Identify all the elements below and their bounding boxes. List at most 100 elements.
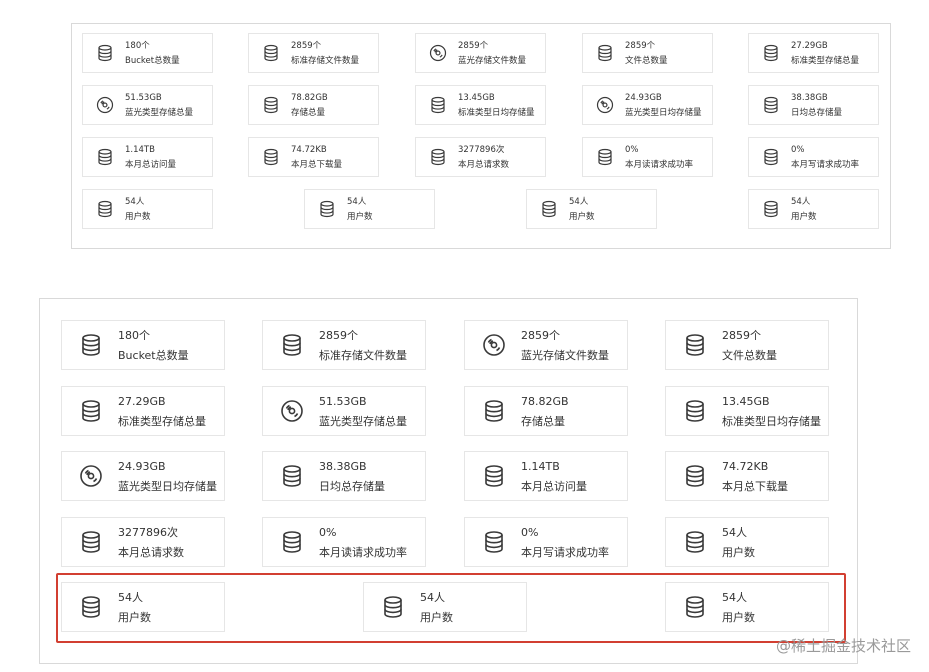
stat-text-group: 78.82GB 存储总量 xyxy=(291,92,328,119)
stat-value: 51.53GB xyxy=(125,92,162,103)
stat-text-group: 51.53GB 蓝光类型存储总量 xyxy=(319,394,407,429)
stat-value: 54人 xyxy=(722,525,747,539)
stat-text-group: 74.72KB 本月总下载量 xyxy=(291,144,342,171)
stat-label: 本月写请求成功率 xyxy=(791,159,860,170)
stat-text-group: 2859个文件总数量 xyxy=(722,328,777,363)
stat-value: 3277896次 xyxy=(118,525,178,539)
stat-value: 2859个 xyxy=(521,328,560,342)
stat-text-group: 1.14TB 本月总访问量 xyxy=(521,459,587,494)
stat-value: 13.45GB xyxy=(722,394,770,408)
database-icon xyxy=(682,529,708,555)
stat-text-group: 51.53GB 蓝光类型存储总量 xyxy=(125,92,193,119)
database-icon xyxy=(261,43,281,63)
database-icon xyxy=(761,199,781,219)
database-icon xyxy=(317,199,337,219)
stat-text-group: 24.93GB 蓝光类型日均存储量 xyxy=(625,92,702,119)
stat-value: 51.53GB xyxy=(319,394,367,408)
database-icon xyxy=(481,529,507,555)
stat-value: 54人 xyxy=(569,196,589,207)
stat-label: 蓝光类型日均存储量 xyxy=(625,107,702,118)
disc-icon xyxy=(595,95,615,115)
database-icon xyxy=(279,463,305,489)
stat-value: 0% xyxy=(625,144,639,155)
stat-card: 78.82GB 存储总量 xyxy=(248,85,379,125)
stat-card: 74.72KB 本月总下载量 xyxy=(665,451,829,501)
stat-card: 1.14TB 本月总访问量 xyxy=(464,451,628,501)
stat-label: 蓝光存储文件数量 xyxy=(458,55,527,66)
stat-card: 24.93GB 蓝光类型日均存储量 xyxy=(61,451,225,501)
stat-label: 本月总请求数 xyxy=(458,159,510,170)
stat-value: 1.14TB xyxy=(125,144,155,155)
stat-text-group: 0% 本月读请求成功率 xyxy=(319,525,407,560)
stat-value: 2859个 xyxy=(722,328,761,342)
stat-card: 2859个文件总数量 xyxy=(665,320,829,370)
database-icon xyxy=(595,147,615,167)
database-icon xyxy=(595,43,615,63)
database-icon xyxy=(95,43,115,63)
stat-card: 38.38GB 日均总存储量 xyxy=(262,451,426,501)
stat-text-group: 2859个 标准存储文件数量 xyxy=(291,40,359,67)
stat-text-group: 24.93GB 蓝光类型日均存储量 xyxy=(118,459,217,494)
stat-value: 24.93GB xyxy=(625,92,662,103)
stat-value: 74.72KB xyxy=(722,459,769,473)
stat-text-group: 2859个 蓝光存储文件数量 xyxy=(458,40,526,67)
stat-value: 3277896次 xyxy=(458,144,505,155)
database-icon xyxy=(428,95,448,115)
database-icon xyxy=(481,398,507,424)
stat-text-group: 2859个 文件总数量 xyxy=(625,40,668,67)
stat-value: 74.72KB xyxy=(291,144,327,155)
stat-card: 0% 本月写请求成功率 xyxy=(464,517,628,567)
stat-label: 蓝光类型存储总量 xyxy=(319,414,407,428)
stat-card: 78.82GB 存储总量 xyxy=(464,386,628,436)
stat-card: 38.38GB 日均总存储量 xyxy=(748,85,879,125)
disc-icon xyxy=(428,43,448,63)
database-icon xyxy=(682,332,708,358)
stat-text-group: 3277896次 本月总请求数 xyxy=(118,525,184,560)
disc-icon xyxy=(95,95,115,115)
stat-card: 54人 用户数 xyxy=(665,517,829,567)
stat-label: 存储总量 xyxy=(521,414,565,428)
stat-text-group: 2859个 蓝光存储文件数量 xyxy=(521,328,609,363)
stat-card: 1.14TB 本月总访问量 xyxy=(82,137,213,177)
stat-label: 标准存储文件数量 xyxy=(319,348,407,362)
stat-value: 54人 xyxy=(791,196,811,207)
database-icon xyxy=(428,147,448,167)
stat-label: 本月读请求成功率 xyxy=(319,545,407,559)
stat-label: 存储总量 xyxy=(291,107,326,118)
stat-text-group: 0% 本月读请求成功率 xyxy=(625,144,693,171)
watermark: @稀土掘金技术社区 xyxy=(775,637,911,655)
stat-label: 本月总请求数 xyxy=(118,545,184,559)
stat-value: 27.29GB xyxy=(791,40,828,51)
stat-label: 本月总下载量 xyxy=(722,479,788,493)
disc-icon xyxy=(279,398,305,424)
stat-label: 日均总存储量 xyxy=(791,107,843,118)
database-icon xyxy=(761,43,781,63)
stat-label: 本月写请求成功率 xyxy=(521,545,609,559)
stat-value: 78.82GB xyxy=(521,394,569,408)
stat-label: Bucket总数量 xyxy=(125,55,180,66)
stat-card: 51.53GB 蓝光类型存储总量 xyxy=(82,85,213,125)
stat-text-group: 3277896次 本月总请求数 xyxy=(458,144,509,171)
stat-card: 0% 本月读请求成功率 xyxy=(582,137,713,177)
stat-value: 13.45GB xyxy=(458,92,495,103)
database-icon xyxy=(95,199,115,219)
stat-card: 13.45GB 标准类型日均存储量 xyxy=(415,85,546,125)
disc-icon xyxy=(78,463,104,489)
stat-value: 2859个 xyxy=(291,40,322,51)
stat-card: 2859个 标准存储文件数量 xyxy=(262,320,426,370)
database-icon xyxy=(682,463,708,489)
stat-label: 日均总存储量 xyxy=(319,479,385,493)
stat-label: 文件总数量 xyxy=(722,348,777,362)
stat-value: 0% xyxy=(791,144,805,155)
database-icon xyxy=(279,332,305,358)
stat-label: 本月总访问量 xyxy=(521,479,587,493)
stat-label: 用户数 xyxy=(791,211,817,222)
stat-value: 38.38GB xyxy=(791,92,828,103)
stat-text-group: 38.38GB 日均总存储量 xyxy=(791,92,842,119)
stat-label: 标准类型日均存储量 xyxy=(458,107,535,118)
stat-card: 2859个 蓝光存储文件数量 xyxy=(415,33,546,73)
stat-value: 180个 xyxy=(125,40,150,51)
stat-value: 180个 xyxy=(118,328,150,342)
stat-text-group: 1.14TB 本月总访问量 xyxy=(125,144,176,171)
stat-card: 24.93GB 蓝光类型日均存储量 xyxy=(582,85,713,125)
